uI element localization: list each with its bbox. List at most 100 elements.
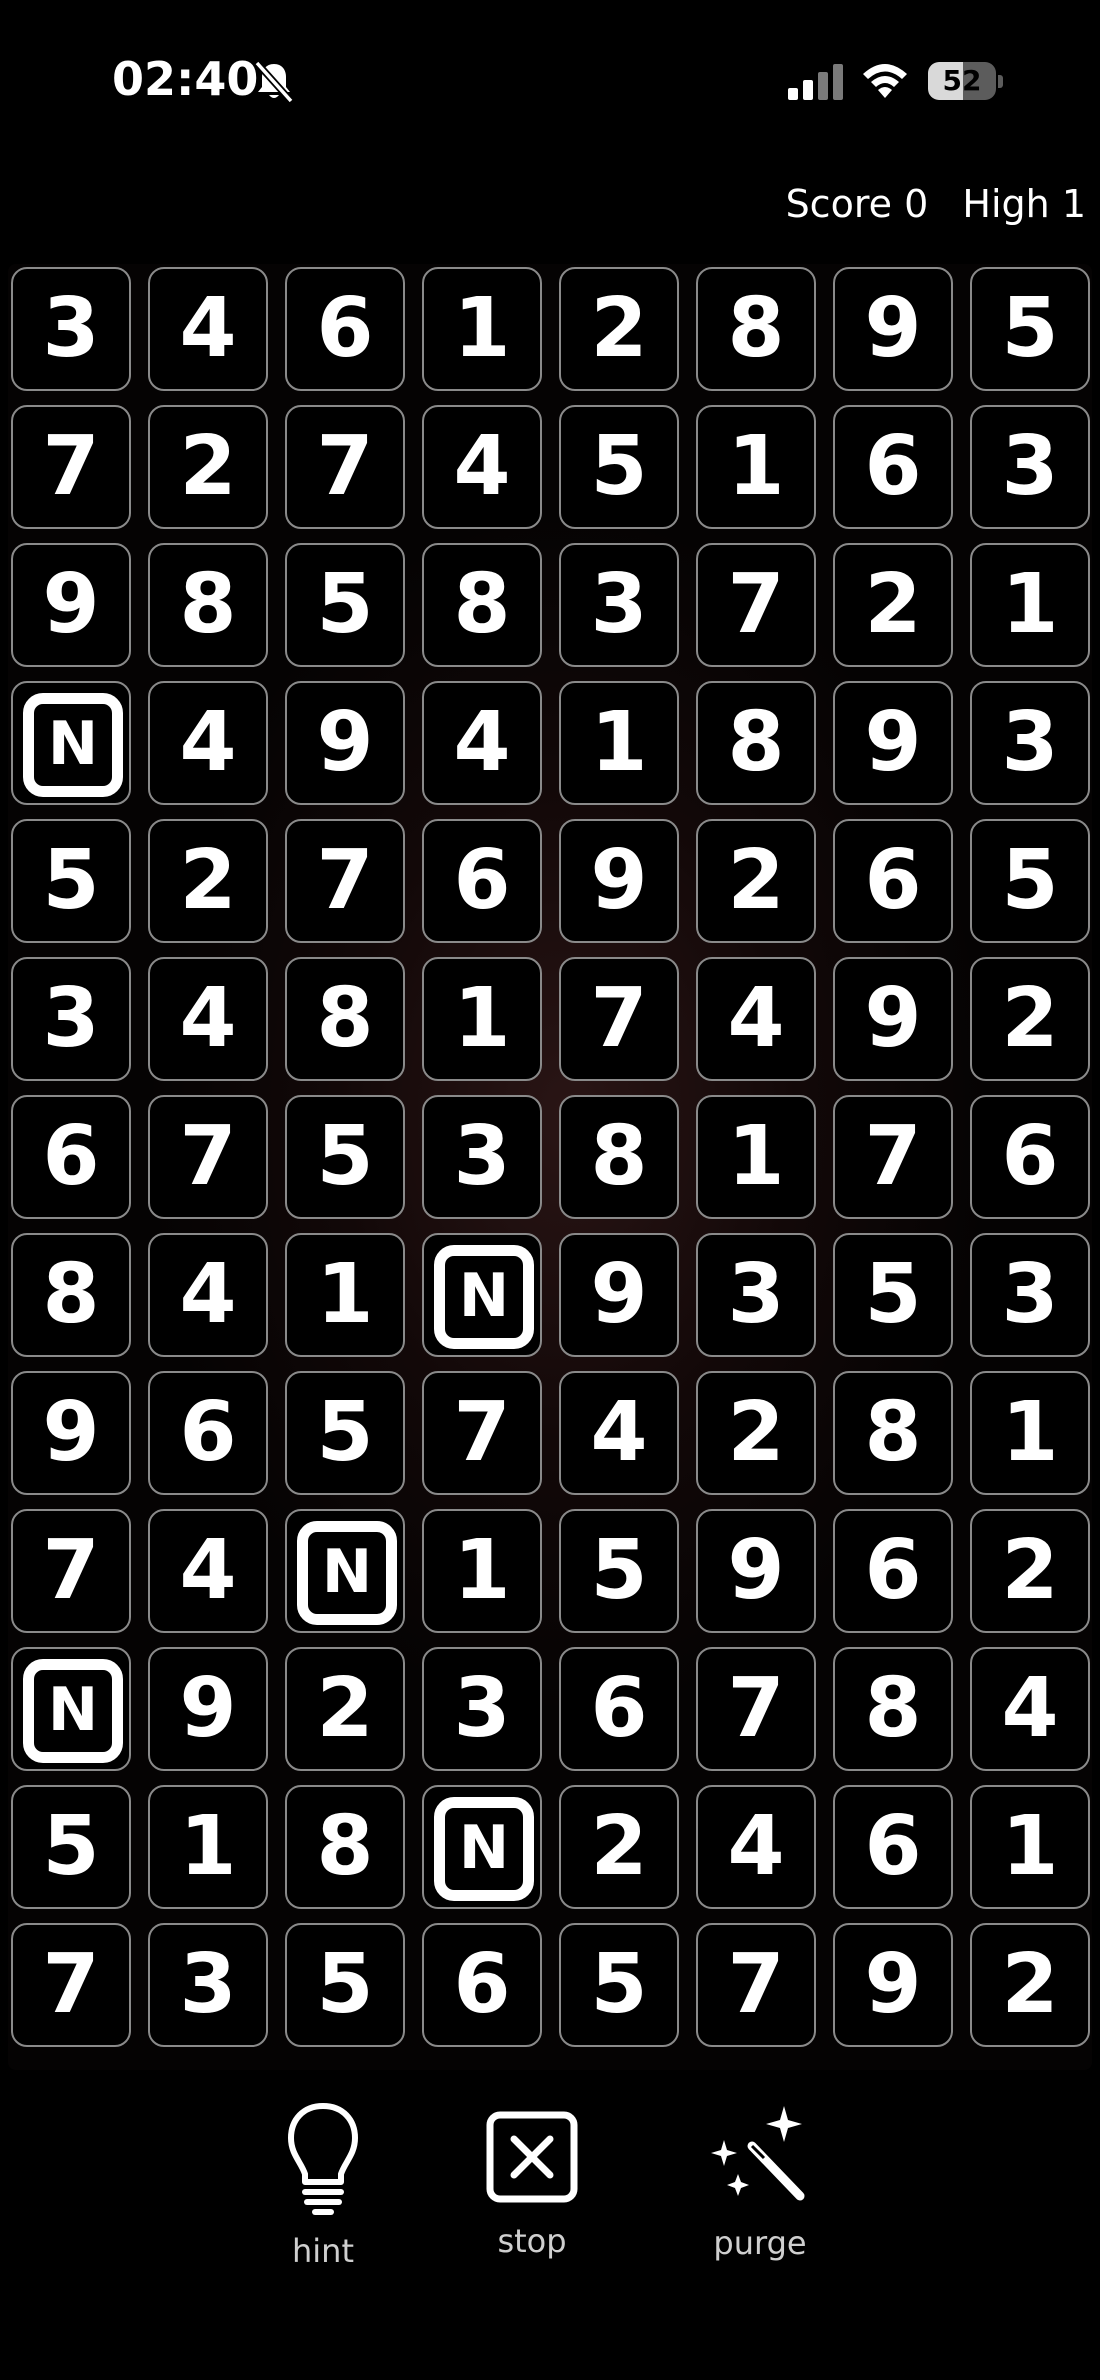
number-tile[interactable]: 2 bbox=[148, 819, 268, 943]
number-tile[interactable]: 4 bbox=[696, 1785, 816, 1909]
number-tile[interactable]: 4 bbox=[148, 957, 268, 1081]
number-tile[interactable]: 4 bbox=[422, 681, 542, 805]
number-tile[interactable]: 6 bbox=[970, 1095, 1090, 1219]
number-tile[interactable]: 3 bbox=[559, 543, 679, 667]
number-tile[interactable]: 6 bbox=[11, 1095, 131, 1219]
number-tile[interactable]: 6 bbox=[422, 819, 542, 943]
number-tile[interactable]: 6 bbox=[833, 1785, 953, 1909]
number-tile[interactable]: 4 bbox=[422, 405, 542, 529]
number-tile[interactable]: 1 bbox=[696, 1095, 816, 1219]
number-tile[interactable]: 3 bbox=[11, 267, 131, 391]
number-tile[interactable]: 7 bbox=[11, 1923, 131, 2047]
blocked-tile[interactable]: N bbox=[422, 1785, 542, 1909]
number-tile[interactable]: 5 bbox=[559, 1923, 679, 2047]
number-tile[interactable]: 8 bbox=[422, 543, 542, 667]
number-tile[interactable]: 8 bbox=[833, 1371, 953, 1495]
number-tile[interactable]: 4 bbox=[148, 1509, 268, 1633]
number-tile[interactable]: 7 bbox=[11, 405, 131, 529]
number-tile[interactable]: 8 bbox=[285, 1785, 405, 1909]
number-tile[interactable]: 6 bbox=[148, 1371, 268, 1495]
blocked-tile[interactable]: N bbox=[11, 681, 131, 805]
number-tile[interactable]: 1 bbox=[970, 1371, 1090, 1495]
number-tile[interactable]: 2 bbox=[285, 1647, 405, 1771]
number-tile[interactable]: 6 bbox=[833, 1509, 953, 1633]
number-tile[interactable]: 4 bbox=[148, 267, 268, 391]
number-tile[interactable]: 9 bbox=[833, 267, 953, 391]
number-tile[interactable]: 5 bbox=[970, 267, 1090, 391]
number-tile[interactable]: 1 bbox=[422, 1509, 542, 1633]
number-tile[interactable]: 9 bbox=[559, 819, 679, 943]
hint-button[interactable]: hint bbox=[243, 2090, 403, 2320]
number-tile[interactable]: 5 bbox=[559, 1509, 679, 1633]
number-tile[interactable]: 9 bbox=[559, 1233, 679, 1357]
number-tile[interactable]: 7 bbox=[285, 819, 405, 943]
number-tile[interactable]: 3 bbox=[11, 957, 131, 1081]
number-tile[interactable]: 2 bbox=[559, 1785, 679, 1909]
number-tile[interactable]: 7 bbox=[11, 1509, 131, 1633]
number-tile[interactable]: 1 bbox=[559, 681, 679, 805]
number-tile[interactable]: 4 bbox=[148, 681, 268, 805]
number-tile[interactable]: 6 bbox=[559, 1647, 679, 1771]
number-tile[interactable]: 1 bbox=[148, 1785, 268, 1909]
number-tile[interactable]: 1 bbox=[422, 267, 542, 391]
number-tile[interactable]: 3 bbox=[148, 1923, 268, 2047]
number-tile[interactable]: 7 bbox=[422, 1371, 542, 1495]
blocked-tile[interactable]: N bbox=[422, 1233, 542, 1357]
number-tile[interactable]: 1 bbox=[285, 1233, 405, 1357]
number-tile[interactable]: 3 bbox=[422, 1647, 542, 1771]
number-tile[interactable]: 9 bbox=[833, 957, 953, 1081]
number-tile[interactable]: 9 bbox=[11, 543, 131, 667]
number-tile[interactable]: 7 bbox=[559, 957, 679, 1081]
number-tile[interactable]: 1 bbox=[970, 1785, 1090, 1909]
number-tile[interactable]: 8 bbox=[696, 681, 816, 805]
number-tile[interactable]: 3 bbox=[696, 1233, 816, 1357]
number-tile[interactable]: 4 bbox=[696, 957, 816, 1081]
number-tile[interactable]: 8 bbox=[833, 1647, 953, 1771]
number-tile[interactable]: 9 bbox=[148, 1647, 268, 1771]
number-tile[interactable]: 1 bbox=[422, 957, 542, 1081]
number-tile[interactable]: 5 bbox=[11, 819, 131, 943]
number-tile[interactable]: 5 bbox=[285, 1923, 405, 2047]
number-tile[interactable]: 8 bbox=[148, 543, 268, 667]
number-tile[interactable]: 7 bbox=[148, 1095, 268, 1219]
number-tile[interactable]: 4 bbox=[148, 1233, 268, 1357]
stop-button[interactable]: stop bbox=[452, 2090, 612, 2320]
number-tile[interactable]: 9 bbox=[696, 1509, 816, 1633]
number-tile[interactable]: 1 bbox=[696, 405, 816, 529]
number-tile[interactable]: 3 bbox=[970, 405, 1090, 529]
number-tile[interactable]: 7 bbox=[285, 405, 405, 529]
number-tile[interactable]: 2 bbox=[833, 543, 953, 667]
number-tile[interactable]: 7 bbox=[833, 1095, 953, 1219]
number-tile[interactable]: 5 bbox=[285, 543, 405, 667]
number-tile[interactable]: 5 bbox=[970, 819, 1090, 943]
number-tile[interactable]: 2 bbox=[696, 819, 816, 943]
number-tile[interactable]: 9 bbox=[833, 681, 953, 805]
number-tile[interactable]: 2 bbox=[970, 957, 1090, 1081]
number-tile[interactable]: 3 bbox=[970, 1233, 1090, 1357]
number-tile[interactable]: 6 bbox=[833, 819, 953, 943]
number-tile[interactable]: 7 bbox=[696, 1647, 816, 1771]
number-tile[interactable]: 5 bbox=[11, 1785, 131, 1909]
number-tile[interactable]: 9 bbox=[833, 1923, 953, 2047]
number-tile[interactable]: 4 bbox=[970, 1647, 1090, 1771]
number-tile[interactable]: 5 bbox=[833, 1233, 953, 1357]
number-tile[interactable]: 5 bbox=[559, 405, 679, 529]
number-tile[interactable]: 7 bbox=[696, 1923, 816, 2047]
number-tile[interactable]: 8 bbox=[285, 957, 405, 1081]
number-tile[interactable]: 8 bbox=[559, 1095, 679, 1219]
number-tile[interactable]: 1 bbox=[970, 543, 1090, 667]
blocked-tile[interactable]: N bbox=[11, 1647, 131, 1771]
number-tile[interactable]: 3 bbox=[970, 681, 1090, 805]
number-tile[interactable]: 8 bbox=[11, 1233, 131, 1357]
number-tile[interactable]: 9 bbox=[11, 1371, 131, 1495]
blocked-tile[interactable]: N bbox=[285, 1509, 405, 1633]
number-tile[interactable]: 2 bbox=[970, 1509, 1090, 1633]
number-tile[interactable]: 7 bbox=[696, 543, 816, 667]
number-tile[interactable]: 6 bbox=[422, 1923, 542, 2047]
number-tile[interactable]: 4 bbox=[559, 1371, 679, 1495]
number-tile[interactable]: 8 bbox=[696, 267, 816, 391]
number-tile[interactable]: 2 bbox=[970, 1923, 1090, 2047]
number-tile[interactable]: 2 bbox=[696, 1371, 816, 1495]
number-tile[interactable]: 3 bbox=[422, 1095, 542, 1219]
number-tile[interactable]: 2 bbox=[148, 405, 268, 529]
